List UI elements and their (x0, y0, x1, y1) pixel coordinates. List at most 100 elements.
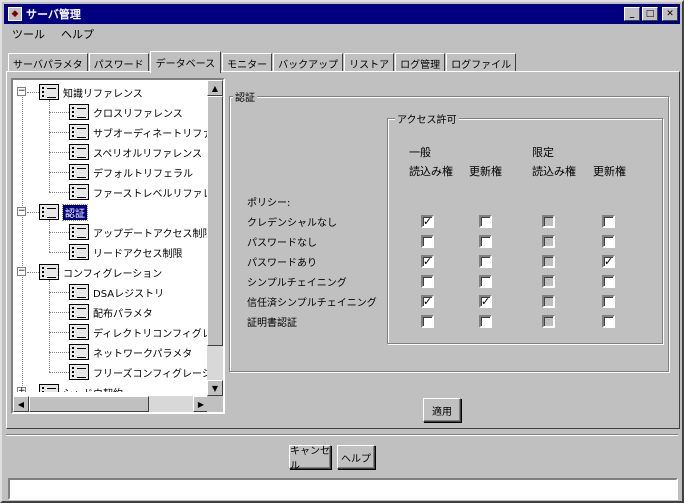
tree-node-label: フリーズコンフィグレーション (93, 368, 209, 380)
collapse-icon[interactable]: − (17, 267, 26, 276)
tree-node-icon (69, 364, 89, 380)
tree-content: 知識リファレンス − クロスリファレンスサブオーディネートリファレンススペリオルリフ… (13, 80, 209, 392)
tree-leaf-node[interactable]: サブオーディネートリファレンス (69, 122, 209, 142)
tree-connector (49, 152, 69, 153)
collapse-icon[interactable]: − (17, 207, 26, 216)
tab-strip: サーバパラメタ パスワード データベース モニター バックアップ リストア ログ… (8, 50, 517, 73)
limited-read-checkbox[interactable] (542, 315, 555, 328)
limited-update-checkbox[interactable] (602, 235, 615, 248)
general-read-checkbox[interactable] (421, 315, 434, 328)
limited-update-checkbox[interactable] (602, 315, 615, 328)
tree-leaf-node[interactable]: ネットワークパラメタ (69, 342, 192, 362)
tree-node-label: 配布パラメタ (93, 308, 153, 320)
general-label: 一般 (409, 146, 431, 159)
tree-folder-node[interactable]: コンフィグレーション (39, 262, 162, 282)
policy-label: ポリシー: (247, 198, 291, 209)
tab-backup[interactable]: バックアップ (273, 53, 344, 72)
tree-node-label: サブオーディネートリファレンス (93, 128, 209, 140)
apply-button[interactable]: 適用 (423, 398, 461, 422)
limited-read-checkbox[interactable] (542, 235, 555, 248)
collapse-icon[interactable]: − (17, 87, 26, 96)
cancel-button[interactable]: キャンセル (289, 445, 331, 472)
tree-connector (22, 92, 23, 388)
tree-node-label: 認証 (62, 203, 88, 221)
horizontal-scroll-thumb[interactable] (29, 396, 149, 412)
scroll-down-arrow-icon[interactable]: ▼ (207, 380, 223, 396)
general-update-checkbox[interactable] (479, 315, 492, 328)
general-read-checkbox[interactable] (421, 275, 434, 288)
limited-read-checkbox[interactable] (542, 215, 555, 228)
tree-leaf-node[interactable]: ファーストレベルリファレンス (69, 182, 209, 202)
general-read-checkbox[interactable]: ✓ (421, 215, 434, 228)
tab-restore[interactable]: リストア (344, 53, 395, 72)
tree-connector (49, 280, 50, 372)
limited-read-header: 読込み権 (532, 165, 576, 178)
tree-node-label: デフォルトリフェラル (93, 168, 193, 180)
expand-icon[interactable]: + (17, 387, 26, 392)
limited-read-checkbox[interactable] (542, 295, 555, 308)
policy-row-label: 信任済シンプルチェイニング (247, 298, 377, 309)
tree-node-label: コンフィグレーション (63, 268, 163, 280)
general-read-checkbox[interactable]: ✓ (421, 255, 434, 268)
limited-read-checkbox[interactable] (542, 255, 555, 268)
menu-help[interactable]: ヘルプ (53, 26, 102, 42)
tree-leaf-node[interactable]: デフォルトリフェラル (69, 162, 193, 182)
vertical-scroll-thumb[interactable] (207, 96, 223, 346)
tree-leaf-node[interactable]: フリーズコンフィグレーション (69, 362, 209, 382)
tab-log-file[interactable]: ログファイル (446, 53, 517, 72)
tree-leaf-node[interactable]: クロスリファレンス (69, 102, 183, 122)
general-read-checkbox[interactable] (421, 235, 434, 248)
tree-leaf-node[interactable]: アップデートアクセス制限 (69, 222, 209, 242)
tree-leaf-node[interactable]: ディレクトリコンフィグレーション (69, 322, 209, 342)
tree-leaf-node[interactable]: リードアクセス制限 (69, 242, 183, 262)
tree-connector (49, 132, 69, 133)
policy-row-label: シンプルチェイニング (247, 278, 347, 289)
general-update-checkbox[interactable] (479, 275, 492, 288)
footer-separator (6, 434, 678, 436)
tree-node-icon (69, 164, 89, 180)
general-update-checkbox[interactable] (479, 235, 492, 248)
tree-node-icon (69, 324, 89, 340)
tree-folder-node[interactable]: シャドウ契約 (39, 382, 123, 392)
limited-read-checkbox[interactable] (542, 275, 555, 288)
menu-tools[interactable]: ツール (4, 26, 53, 42)
tab-monitor[interactable]: モニター (222, 53, 273, 72)
tree-folder-node[interactable]: 知識リファレンス (39, 82, 143, 102)
scroll-left-arrow-icon[interactable]: ◀ (13, 396, 29, 412)
tree-node-icon (69, 244, 89, 260)
tree-node-icon (69, 304, 89, 320)
tree-folder-node[interactable]: 認証 (39, 202, 88, 222)
tree-leaf-node[interactable]: スペリオルリファレンス (69, 142, 202, 162)
vertical-scrollbar[interactable]: ▲ ▼ (207, 80, 223, 396)
general-update-checkbox[interactable]: ✓ (479, 295, 492, 308)
minimize-button[interactable]: _ (624, 7, 640, 21)
tab-database[interactable]: データベース (149, 51, 222, 73)
limited-label: 限定 (532, 146, 554, 159)
tree-connector (49, 232, 69, 233)
help-button[interactable]: ヘルプ (337, 445, 375, 469)
general-update-checkbox[interactable] (479, 255, 492, 268)
horizontal-scrollbar[interactable]: ◀ ▶ (13, 396, 209, 412)
limited-update-checkbox[interactable] (602, 295, 615, 308)
tree-node-label: 知識リファレンス (63, 88, 143, 100)
tree-leaf-node[interactable]: DSAレジストリ (69, 282, 164, 302)
tab-server-params[interactable]: サーバパラメタ (8, 53, 88, 72)
tab-password[interactable]: パスワード (88, 53, 149, 72)
limited-update-checkbox[interactable]: ✓ (602, 255, 615, 268)
limited-update-checkbox[interactable] (602, 275, 615, 288)
tree-connector (27, 212, 39, 213)
maximize-button[interactable]: □ (642, 7, 658, 21)
close-button[interactable]: ✕ (662, 7, 678, 21)
tab-log-management[interactable]: ログ管理 (395, 53, 446, 72)
scroll-up-arrow-icon[interactable]: ▲ (207, 80, 223, 96)
tree-leaf-node[interactable]: 配布パラメタ (69, 302, 153, 322)
tree-connector (49, 372, 69, 373)
general-update-checkbox[interactable] (479, 215, 492, 228)
limited-update-checkbox[interactable] (602, 215, 615, 228)
tree-view[interactable]: 知識リファレンス − クロスリファレンスサブオーディネートリファレンススペリオルリフ… (11, 78, 225, 414)
general-read-checkbox[interactable]: ✓ (421, 295, 434, 308)
status-bar (8, 478, 678, 500)
title-bar[interactable]: ◆ サーバ管理 _ □ ✕ (4, 4, 680, 24)
tree-node-label: DSAレジストリ (93, 288, 165, 300)
tree-connector (49, 172, 69, 173)
